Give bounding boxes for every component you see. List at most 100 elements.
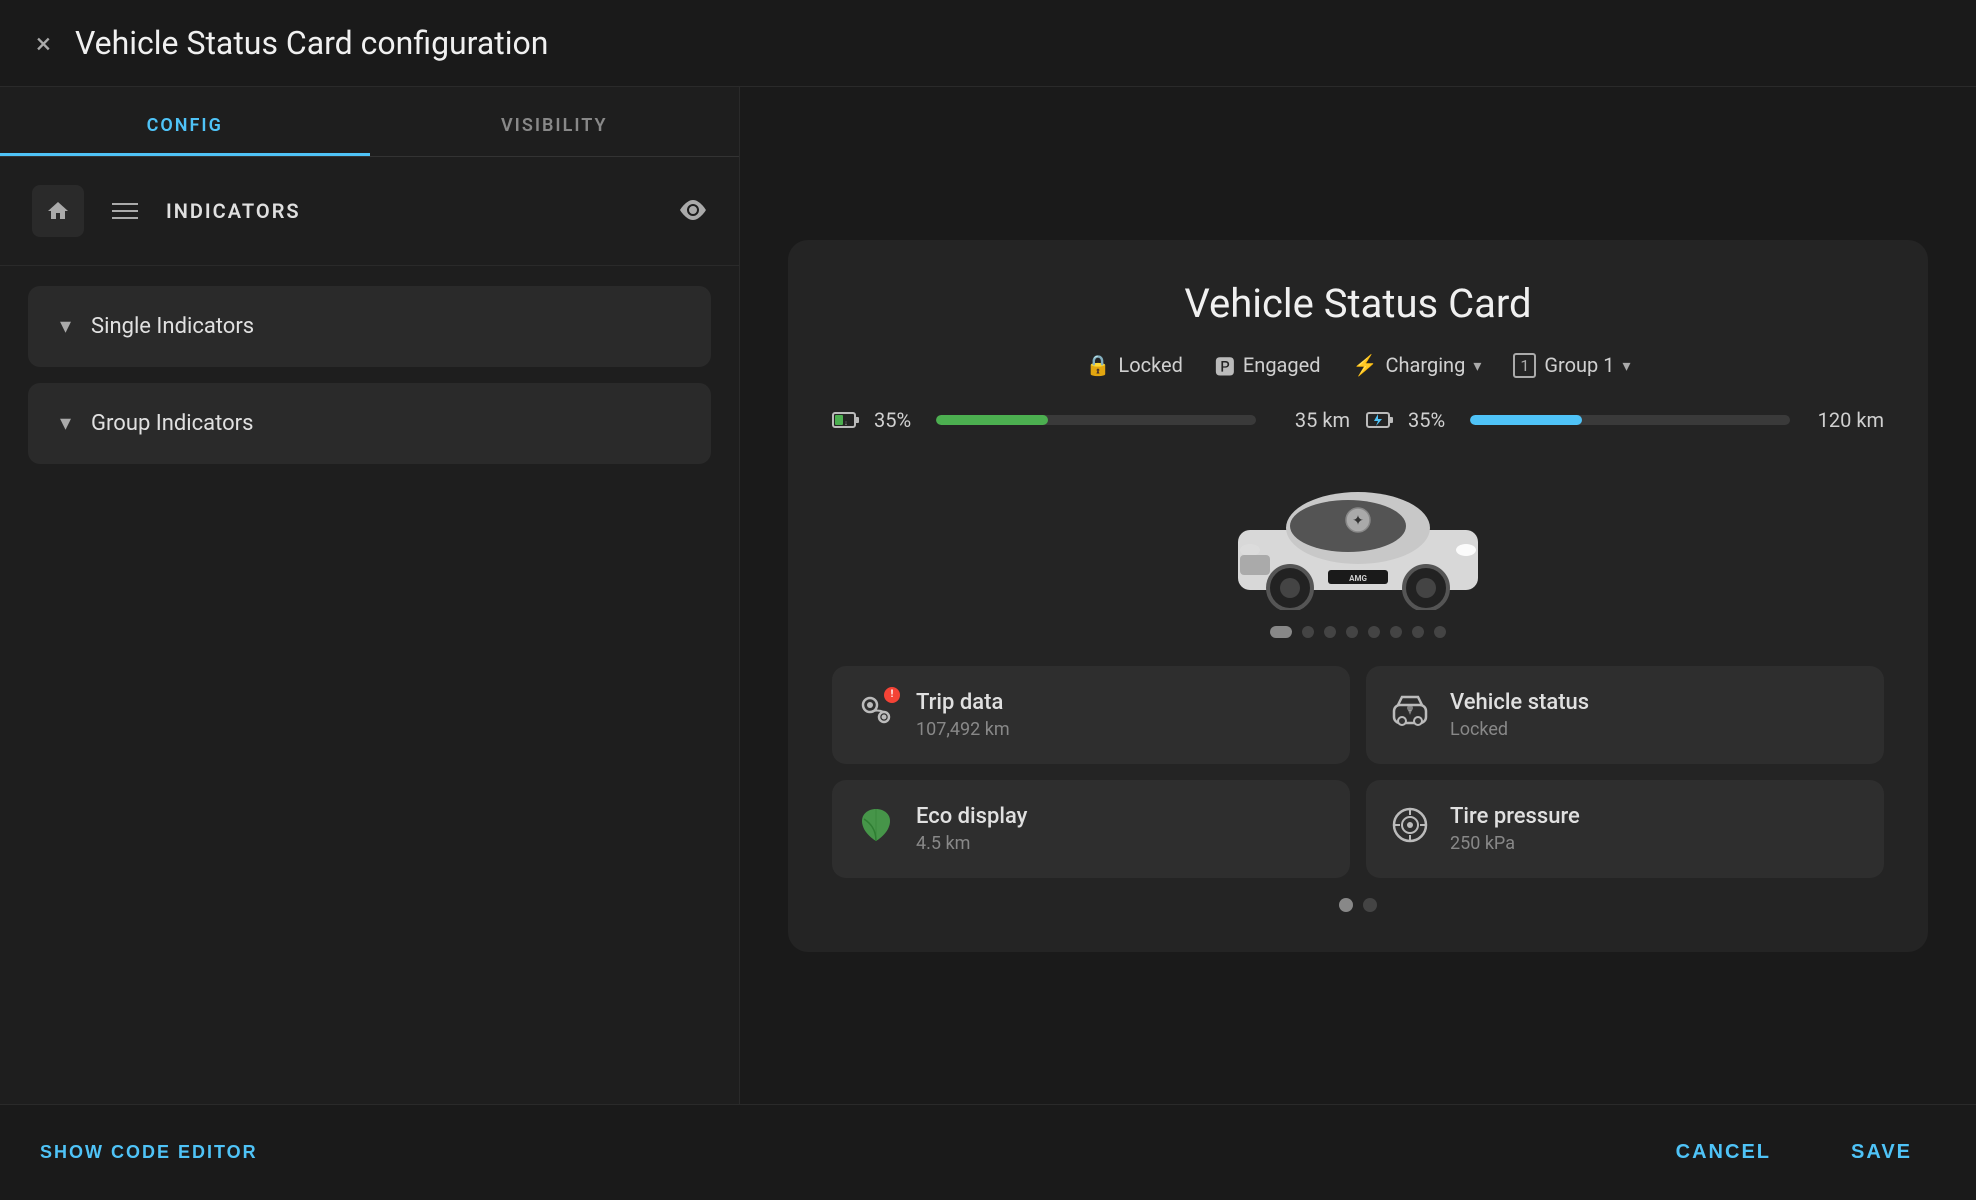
cancel-button[interactable]: CANCEL xyxy=(1652,1129,1795,1176)
lock-icon: 🔒 xyxy=(1086,353,1111,377)
trip-data-text: Trip data 107,492 km xyxy=(916,690,1010,740)
eco-display-title: Eco display xyxy=(916,804,1027,829)
dot-6[interactable] xyxy=(1412,626,1424,638)
home-icon xyxy=(46,199,70,223)
charging-label: Charging xyxy=(1385,353,1465,377)
dot-1[interactable] xyxy=(1302,626,1314,638)
svg-text:↓: ↓ xyxy=(844,419,848,427)
close-icon[interactable]: × xyxy=(36,27,51,60)
bottom-bar: SHOW CODE EDITOR CANCEL SAVE xyxy=(0,1104,1976,1200)
accordion-single-indicators[interactable]: ▾ Single Indicators xyxy=(28,286,711,367)
carousel-dots xyxy=(832,626,1884,638)
battery2-progress xyxy=(1470,415,1790,425)
info-card-tire-pressure[interactable]: Tire pressure 250 kPa xyxy=(1366,780,1884,878)
alert-badge: ! xyxy=(884,687,900,703)
trip-data-subtitle: 107,492 km xyxy=(916,719,1010,740)
page-dot-1[interactable] xyxy=(1363,898,1377,912)
vehicle-status-icon xyxy=(1390,691,1430,731)
engaged-label: Engaged xyxy=(1243,353,1321,377)
chevron-single-icon: ▾ xyxy=(60,314,71,339)
menu-line-2 xyxy=(112,210,138,212)
bottom-actions: CANCEL SAVE xyxy=(1652,1129,1936,1176)
right-panel: Vehicle Status Card 🔒 Locked 🅿 Engaged ⚡… xyxy=(740,87,1976,1104)
tab-visibility[interactable]: VISIBILITY xyxy=(370,87,740,156)
dialog-body: CONFIG VISIBILITY INDICATORS xyxy=(0,87,1976,1104)
vehicle-status-text: Vehicle status Locked xyxy=(1450,690,1589,740)
menu-line-1 xyxy=(112,203,138,205)
dot-4[interactable] xyxy=(1368,626,1380,638)
battery1-fill xyxy=(936,415,1048,425)
page-dot-0[interactable] xyxy=(1339,898,1353,912)
status-locked: 🔒 Locked xyxy=(1086,353,1183,377)
eco-display-text: Eco display 4.5 km xyxy=(916,804,1027,854)
single-indicators-label: Single Indicators xyxy=(91,314,254,339)
dot-2[interactable] xyxy=(1324,626,1336,638)
tire-pressure-subtitle: 250 kPa xyxy=(1450,833,1580,854)
tab-config[interactable]: CONFIG xyxy=(0,87,370,156)
car-image-container: ✦ AMG xyxy=(832,460,1884,610)
dot-7[interactable] xyxy=(1434,626,1446,638)
tab-bar: CONFIG VISIBILITY xyxy=(0,87,739,157)
group-dropdown-arrow: ▾ xyxy=(1622,356,1630,375)
battery2-fill xyxy=(1470,415,1582,425)
status-charging[interactable]: ⚡ Charging ▾ xyxy=(1353,353,1482,377)
battery-row-2: 35% 120 km xyxy=(1366,408,1884,432)
charging-icon: ⚡ xyxy=(1353,353,1378,377)
home-button[interactable] xyxy=(32,185,84,237)
trip-data-icon-wrapper: ! xyxy=(856,691,896,739)
locked-label: Locked xyxy=(1118,353,1182,377)
battery-row-1: ↓ 35% 35 km xyxy=(832,408,1350,432)
accordion-group-indicators[interactable]: ▾ Group Indicators xyxy=(28,383,711,464)
dialog-header: × Vehicle Status Card configuration xyxy=(0,0,1976,87)
left-panel: CONFIG VISIBILITY INDICATORS xyxy=(0,87,740,1104)
battery1-icon: ↓ xyxy=(832,410,860,430)
eco-display-icon-wrapper xyxy=(856,805,896,853)
battery2-km: 120 km xyxy=(1804,408,1884,432)
battery-bar: ↓ 35% 35 km 35% xyxy=(832,408,1884,432)
save-button[interactable]: SAVE xyxy=(1827,1129,1936,1176)
trip-data-title: Trip data xyxy=(916,690,1010,715)
eye-icon xyxy=(679,200,707,220)
chevron-group-icon: ▾ xyxy=(60,411,71,436)
info-card-trip-data[interactable]: ! Trip data 107,492 km xyxy=(832,666,1350,764)
group-icon: 1 xyxy=(1513,353,1536,378)
tire-pressure-icon-wrapper xyxy=(1390,805,1430,853)
group-label: Group 1 xyxy=(1544,353,1614,377)
tire-pressure-text: Tire pressure 250 kPa xyxy=(1450,804,1580,854)
show-code-editor-button[interactable]: SHOW CODE EDITOR xyxy=(40,1142,258,1163)
menu-line-3 xyxy=(112,217,138,219)
status-engaged: 🅿 Engaged xyxy=(1215,351,1321,380)
group-indicators-label: Group Indicators xyxy=(91,411,253,436)
indicators-header: INDICATORS xyxy=(0,157,739,266)
dot-0[interactable] xyxy=(1270,626,1292,638)
status-bar: 🔒 Locked 🅿 Engaged ⚡ Charging ▾ 1 Gr xyxy=(832,351,1884,380)
info-grid: ! Trip data 107,492 km xyxy=(832,666,1884,878)
status-group[interactable]: 1 Group 1 ▾ xyxy=(1513,353,1630,378)
vehicle-status-title: Vehicle status xyxy=(1450,690,1589,715)
dialog: × Vehicle Status Card configuration CONF… xyxy=(0,0,1976,1200)
tire-pressure-icon xyxy=(1390,805,1430,845)
battery2-icon xyxy=(1366,410,1394,430)
battery2-percent: 35% xyxy=(1408,408,1456,432)
visibility-toggle-button[interactable] xyxy=(679,196,707,227)
eco-display-subtitle: 4.5 km xyxy=(916,833,1027,854)
card-preview: Vehicle Status Card 🔒 Locked 🅿 Engaged ⚡… xyxy=(788,240,1928,952)
info-card-eco-display[interactable]: Eco display 4.5 km xyxy=(832,780,1350,878)
eco-icon xyxy=(856,805,896,845)
svg-text:✦: ✦ xyxy=(1352,513,1364,529)
battery1-km: 35 km xyxy=(1270,408,1350,432)
preview-card-title: Vehicle Status Card xyxy=(832,280,1884,327)
parking-icon: 🅿 xyxy=(1215,351,1235,380)
vehicle-status-icon-wrapper xyxy=(1390,691,1430,739)
battery1-percent: 35% xyxy=(874,408,922,432)
info-card-vehicle-status[interactable]: Vehicle status Locked xyxy=(1366,666,1884,764)
dialog-title: Vehicle Status Card configuration xyxy=(75,24,549,62)
dot-5[interactable] xyxy=(1390,626,1402,638)
menu-button[interactable] xyxy=(104,195,146,227)
accordion-list: ▾ Single Indicators ▾ Group Indicators xyxy=(0,266,739,484)
vehicle-status-subtitle: Locked xyxy=(1450,719,1589,740)
car-image: ✦ AMG xyxy=(1218,460,1498,610)
page-dots xyxy=(832,898,1884,912)
dot-3[interactable] xyxy=(1346,626,1358,638)
tire-pressure-title: Tire pressure xyxy=(1450,804,1580,829)
